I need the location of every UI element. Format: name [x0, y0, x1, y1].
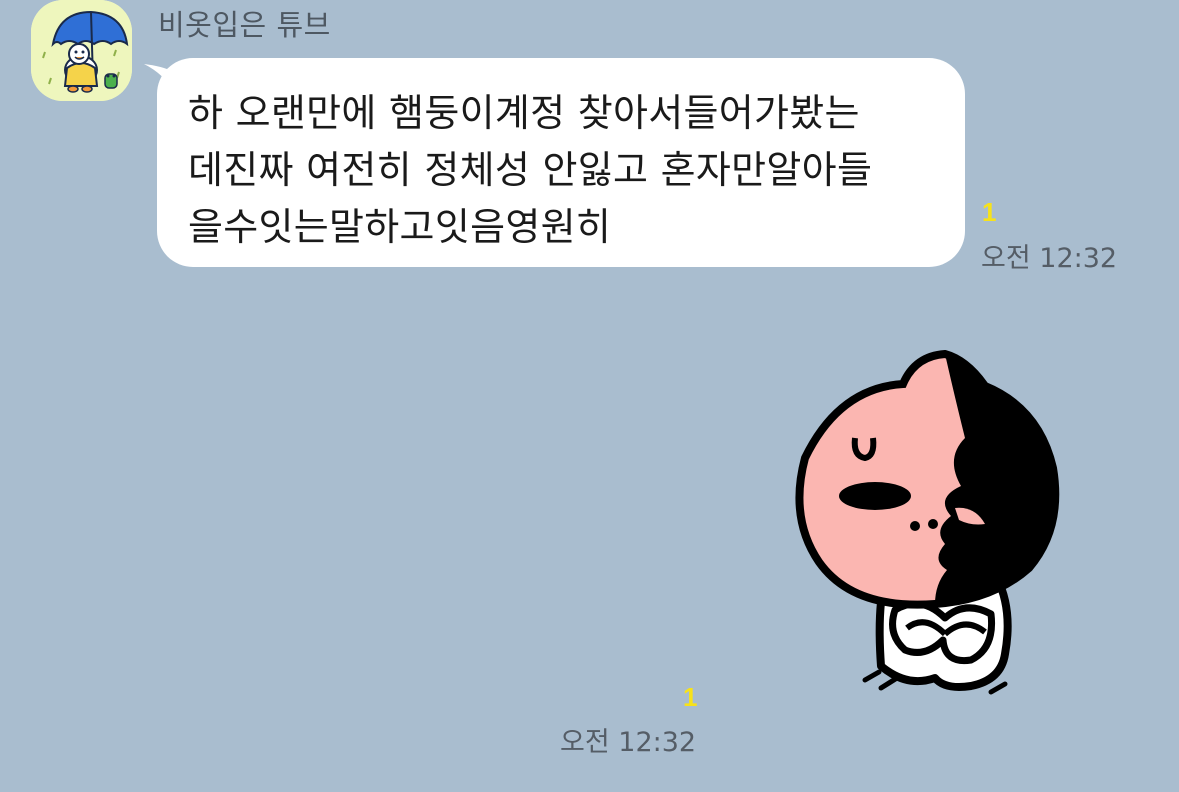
apeach-sitting-sticker-icon [795, 349, 1060, 695]
message-time: 오전 12:32 [560, 727, 697, 758]
unread-count: 1 [683, 682, 698, 712]
sender-avatar[interactable] [31, 0, 132, 101]
unread-count: 1 [982, 197, 997, 227]
message-text-line: 하 오랜만에 햄둥이계정 찾아서들어가봤는 [188, 91, 860, 135]
sender-name: 비옷입은 튜브 [158, 8, 331, 42]
message-bubble[interactable]: 하 오랜만에 햄둥이계정 찾아서들어가봤는 데진짜 여전히 정체성 안잃고 혼자… [157, 58, 965, 267]
message-text-line: 데진짜 여전히 정체성 안잃고 혼자만알아들 [188, 148, 873, 192]
message-time: 오전 12:32 [981, 243, 1118, 274]
tube-umbrella-avatar-icon [31, 0, 132, 101]
message-text-line: 을수잇는말하고잇음영원히 [188, 205, 612, 249]
sticker-message[interactable] [795, 348, 1065, 708]
